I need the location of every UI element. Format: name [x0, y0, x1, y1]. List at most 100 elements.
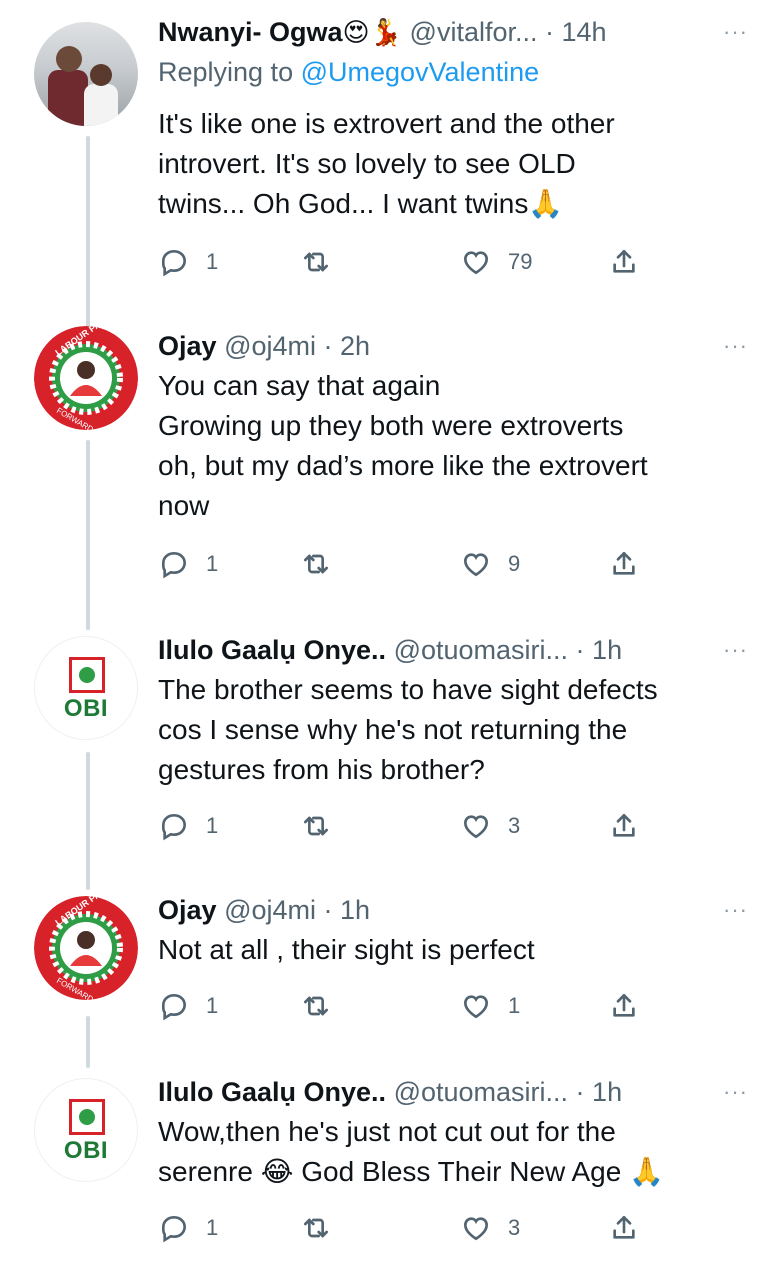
more-options-icon[interactable]: ··· [723, 890, 748, 930]
tweet[interactable]: LABOUR PARTY FORWARD EVER Ojay @oj4mi · … [0, 872, 780, 1052]
more-options-icon[interactable]: ··· [723, 1072, 748, 1112]
retweet-icon [304, 816, 328, 836]
reply-icon [161, 813, 187, 841]
timestamp[interactable]: 14h [561, 17, 606, 47]
heart-icon [463, 815, 489, 839]
share-button[interactable] [608, 544, 640, 584]
avatar-text: OBI [63, 1137, 109, 1164]
tweet-header: Ojay @oj4mi · 1h ··· [158, 890, 748, 930]
tweet-header: Nwanyi- Ogwa😍💃 @vitalfor... · 14h ··· [158, 12, 748, 52]
retweet-icon [304, 1218, 328, 1238]
reply-icon [161, 1215, 187, 1243]
tweet-text: The brother seems to have sight defects … [158, 674, 658, 785]
reply-icon [161, 249, 187, 277]
more-options-icon[interactable]: ··· [723, 326, 748, 366]
like-button[interactable]: 79 [460, 242, 532, 282]
share-button[interactable] [608, 242, 640, 282]
share-button[interactable] [608, 986, 640, 1026]
retweet-button[interactable] [300, 1208, 332, 1248]
retweet-button[interactable] [300, 242, 332, 282]
tweet-header: Ilulo Gaalụ Onye.. @otuomasiri... · 1h ·… [158, 630, 748, 670]
user-handle[interactable]: @otuomasiri... [394, 1077, 568, 1107]
reply-button[interactable]: 1 [158, 986, 218, 1026]
reply-button[interactable]: 1 [158, 806, 218, 846]
display-name[interactable]: Ojay [158, 895, 217, 925]
avatar[interactable]: LABOUR PARTY FORWARD EVER [34, 326, 138, 430]
share-icon [613, 1216, 635, 1239]
display-name[interactable]: Ilulo Gaalụ Onye.. [158, 635, 386, 665]
user-handle[interactable]: @otuomasiri... [394, 635, 568, 665]
like-button[interactable]: 9 [460, 544, 520, 584]
timestamp[interactable]: 1h [592, 635, 622, 665]
more-options-icon[interactable]: ··· [723, 12, 748, 52]
avatar[interactable]: OBI [34, 1078, 138, 1182]
reply-button[interactable]: 1 [158, 242, 218, 282]
timestamp[interactable]: 1h [592, 1077, 622, 1107]
share-icon [613, 552, 635, 575]
reply-count: 1 [206, 993, 219, 1018]
reply-button[interactable]: 1 [158, 1208, 218, 1248]
display-name[interactable]: Ilulo Gaalụ Onye.. [158, 1077, 386, 1107]
retweet-icon [304, 996, 328, 1016]
tweet-text: Wow,then he's just not cut out for the s… [158, 1116, 664, 1187]
display-name[interactable]: Ojay [158, 331, 217, 361]
mention-link[interactable]: @UmegovValentine [301, 57, 540, 87]
tweet-header: Ojay @oj4mi · 2h ··· [158, 326, 748, 366]
timestamp[interactable]: 2h [340, 331, 370, 361]
reply-button[interactable]: 1 [158, 544, 218, 584]
share-icon [613, 994, 635, 1017]
reply-icon [161, 551, 187, 579]
reply-count: 1 [206, 249, 219, 274]
reply-count: 1 [206, 551, 219, 576]
tweet-actions: 1 9 [158, 544, 658, 584]
user-handle[interactable]: @vitalfor... [410, 17, 538, 47]
tweet-text: It's like one is extrovert and the other… [158, 108, 615, 219]
like-count: 9 [508, 551, 521, 576]
retweet-icon [304, 252, 328, 272]
heart-icon [463, 1217, 489, 1241]
avatar-text: OBI [63, 695, 109, 722]
tweet[interactable]: OBI Ilulo Gaalụ Onye.. @otuomasiri... · … [0, 610, 780, 872]
reply-count: 1 [206, 1215, 219, 1240]
more-options-icon[interactable]: ··· [723, 630, 748, 670]
like-button[interactable]: 3 [460, 1208, 520, 1248]
reply-icon [161, 993, 187, 1021]
heart-icon [463, 251, 489, 275]
share-icon [613, 814, 635, 837]
retweet-button[interactable] [300, 544, 332, 584]
heart-icon [463, 553, 489, 577]
tweet-actions: 1 1 [158, 986, 658, 1026]
timestamp[interactable]: 1h [340, 895, 370, 925]
retweet-button[interactable] [300, 986, 332, 1026]
like-count: 1 [508, 993, 521, 1018]
avatar[interactable]: OBI [34, 636, 138, 740]
share-button[interactable] [608, 1208, 640, 1248]
user-handle[interactable]: @oj4mi [224, 895, 316, 925]
name-emoji: 😍💃 [342, 17, 403, 47]
tweet[interactable]: Nwanyi- Ogwa😍💃 @vitalfor... · 14h ··· Re… [0, 0, 780, 300]
like-button[interactable]: 1 [460, 986, 520, 1026]
tweet[interactable]: LABOUR PARTY FORWARD EVER Ojay @oj4mi · … [0, 300, 780, 610]
like-count: 3 [508, 813, 521, 838]
tweet-actions: 1 79 [158, 242, 658, 282]
tweet-header: Ilulo Gaalụ Onye.. @otuomasiri... · 1h ·… [158, 1072, 748, 1112]
retweet-icon [304, 554, 328, 574]
retweet-button[interactable] [300, 806, 332, 846]
like-count: 79 [508, 249, 533, 274]
tweet-actions: 1 3 [158, 1208, 658, 1248]
user-handle[interactable]: @oj4mi [224, 331, 316, 361]
reply-count: 1 [206, 813, 219, 838]
share-icon [613, 250, 635, 273]
tweet[interactable]: OBI Ilulo Gaalụ Onye.. @otuomasiri... · … [0, 1052, 780, 1280]
avatar[interactable] [34, 22, 138, 126]
display-name[interactable]: Nwanyi- Ogwa [158, 17, 343, 47]
tweet-text: You can say that again Growing up they b… [158, 370, 648, 521]
heart-icon [463, 995, 489, 1019]
tweet-actions: 1 3 [158, 806, 658, 846]
share-button[interactable] [608, 806, 640, 846]
like-count: 3 [508, 1215, 521, 1240]
avatar[interactable]: LABOUR PARTY FORWARD EVER [34, 896, 138, 1000]
replying-to: Replying to @UmegovValentine [158, 57, 540, 87]
tweet-text: Not at all , their sight is perfect [158, 934, 535, 965]
like-button[interactable]: 3 [460, 806, 520, 846]
